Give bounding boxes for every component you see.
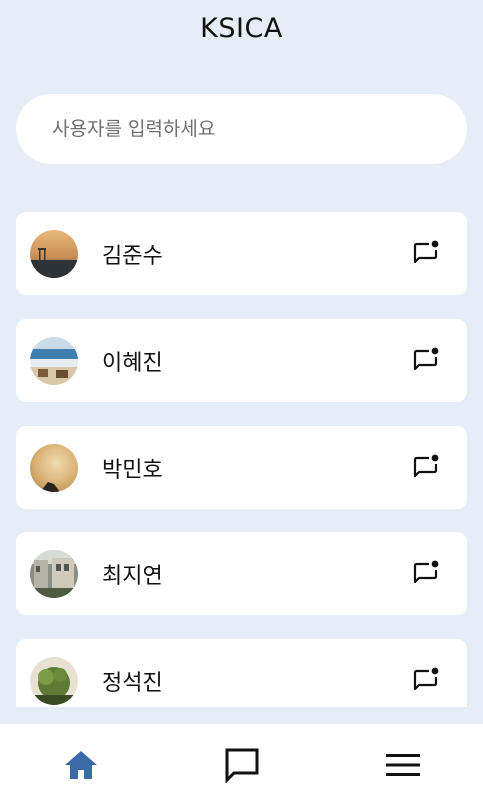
message-button[interactable] [411,665,441,695]
user-name: 최지연 [102,563,163,589]
message-button[interactable] [411,558,441,588]
user-name: 정석진 [102,670,163,696]
search-input[interactable] [16,94,467,164]
search-bar[interactable] [16,94,467,164]
user-card[interactable]: 정석진 [16,639,467,707]
avatar [30,444,78,492]
chat-badge-icon [413,454,439,478]
user-list: 김준수 이혜진 박민호 최지연 정석진 [16,212,467,707]
avatar [30,337,78,385]
message-button[interactable] [411,345,441,375]
menu-icon [385,753,420,776]
avatar [30,657,78,705]
chat-icon [225,748,258,783]
nav-chat[interactable] [161,724,322,805]
nav-menu[interactable] [322,724,483,805]
message-button[interactable] [411,238,441,268]
user-card[interactable]: 박민호 [16,426,467,509]
chat-badge-icon [413,560,439,584]
user-name: 이혜진 [102,350,163,376]
user-name: 김준수 [102,243,163,269]
nav-home[interactable] [0,724,161,805]
chat-badge-icon [413,240,439,264]
chat-badge-icon [413,347,439,371]
home-icon [64,750,97,779]
bottom-nav [0,724,483,805]
chat-badge-icon [413,667,439,691]
user-card[interactable]: 이혜진 [16,319,467,402]
message-button[interactable] [411,452,441,482]
user-name: 박민호 [102,457,163,483]
user-card[interactable]: 최지연 [16,532,467,615]
avatar [30,550,78,598]
app-title: KSICA [200,13,283,44]
avatar [30,230,78,278]
user-card[interactable]: 김준수 [16,212,467,295]
